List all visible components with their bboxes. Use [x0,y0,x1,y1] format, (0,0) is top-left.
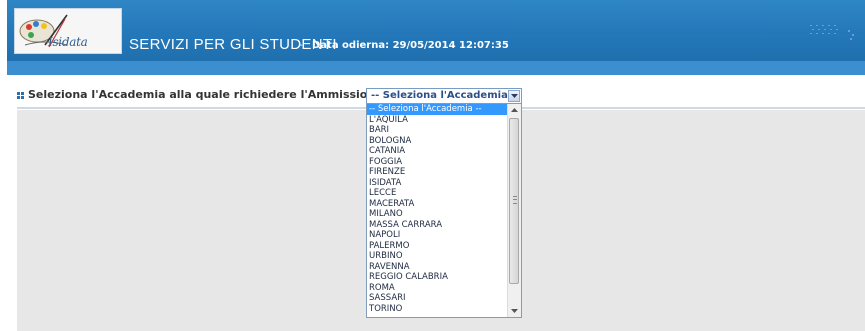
academy-option[interactable]: BOLOGNA [367,136,509,147]
chevron-up-icon [511,108,518,112]
academy-option[interactable]: MASSA CARRARA [367,220,509,231]
academy-option[interactable]: ISIDATA [367,178,509,189]
academy-option[interactable]: PALERMO [367,241,509,252]
chevron-down-icon [511,94,518,98]
isidata-logo: Isidata [14,8,122,54]
academy-option[interactable]: MACERATA [367,199,509,210]
academy-option[interactable]: TORINO [367,304,509,315]
academy-option[interactable]: NAPOLI [367,230,509,241]
academy-dropdown-list[interactable]: -- Seleziona l'Accademia -- L'AQUILA BARI B… [366,103,522,318]
header-dot-pattern-icon [810,25,854,40]
scroll-up-button[interactable] [508,104,521,116]
scroll-down-button[interactable] [508,305,521,317]
academy-option[interactable]: SASSARI [367,293,509,304]
academy-option[interactable]: FIRENZE [367,167,509,178]
academy-option[interactable]: MILANO [367,209,509,220]
header-bottom-strip [7,61,865,75]
grip-icon [513,196,517,204]
academy-option[interactable]: FOGGIA [367,157,509,168]
academy-options: -- Seleziona l'Accademia -- L'AQUILA BARI B… [367,104,509,314]
academy-select[interactable]: -- Seleziona l'Accademia -- [366,88,522,104]
dropdown-arrow-button[interactable] [508,90,520,102]
academy-option[interactable]: URBINO [367,251,509,262]
chevron-down-icon [511,309,518,313]
academy-select-value: -- Seleziona l'Accademia -- [371,90,520,101]
dropdown-scrollbar[interactable] [507,104,521,317]
academy-option[interactable]: ROMA [367,283,509,294]
current-date: Data odierna: 29/05/2014 12:07:35 [312,40,509,51]
academy-option[interactable]: LECCE [367,188,509,199]
academy-option[interactable]: L'AQUILA [367,115,509,126]
academy-option[interactable]: RAVENNA [367,262,509,273]
page-title: SERVIZI PER GLI STUDENTI [129,36,337,53]
title-separator: - [299,40,303,51]
scrollbar-thumb[interactable] [509,118,519,284]
academy-prompt-label: Seleziona l'Accademia alla quale richied… [28,88,388,101]
academy-option[interactable]: BARI [367,125,509,136]
grid-bullet-icon [17,92,25,100]
logo-wordmark: Isidata [48,35,88,49]
academy-option[interactable]: -- Seleziona l'Accademia -- [367,104,509,115]
academy-option[interactable]: CATANIA [367,146,509,157]
academy-option[interactable]: REGGIO CALABRIA [367,272,509,283]
